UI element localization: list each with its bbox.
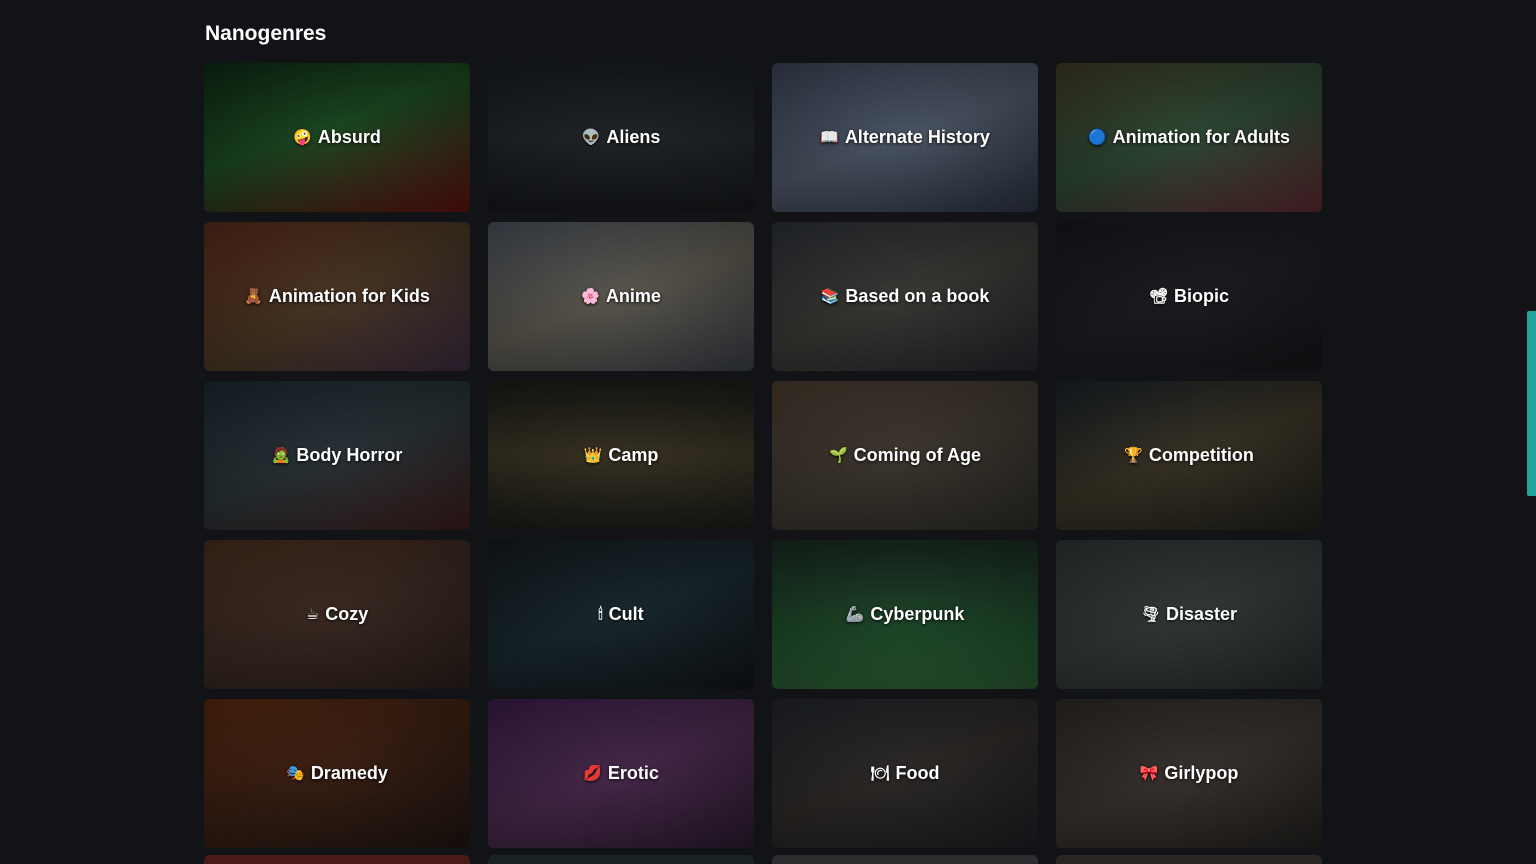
genre-emoji-icon: 🤪: [293, 128, 312, 146]
genre-emoji-icon: 👽: [581, 128, 601, 146]
genre-tile-label: 💋 Erotic: [583, 763, 659, 784]
genre-emoji-icon: 🦾: [845, 605, 865, 623]
genre-tile-animation-for-adults[interactable]: 🔵 Animation for Adults: [1056, 63, 1322, 212]
genre-tile-anime[interactable]: 🌸 Anime: [488, 222, 754, 371]
genre-tile-aliens[interactable]: 👽 Aliens: [488, 63, 754, 212]
genre-tile-label: 🎀 Girlypop: [1140, 763, 1239, 784]
genre-name: Cyberpunk: [870, 604, 965, 624]
genre-name: Coming of Age: [853, 445, 981, 465]
genre-tile-animation-for-kids[interactable]: 🧸 Animation for Kids: [204, 222, 470, 371]
genre-name: Based on a book: [845, 286, 990, 306]
genre-emoji-icon: 📚: [820, 287, 840, 305]
genre-emoji-icon: 🔵: [1087, 128, 1107, 146]
genre-tile-partial[interactable]: [1056, 855, 1322, 864]
genre-tile-erotic[interactable]: 💋 Erotic: [488, 699, 754, 848]
genre-name: Food: [895, 763, 940, 783]
genre-name: Camp: [608, 445, 659, 465]
genre-name: Competition: [1148, 445, 1254, 465]
genre-name: Animation for Kids: [268, 286, 430, 306]
genre-emoji-icon: 🧟: [271, 446, 291, 464]
genre-tile-label: 🔵 Animation for Adults: [1088, 127, 1290, 148]
genre-tile-label: 🤪 Absurd: [293, 127, 381, 148]
genre-name: Cult: [608, 604, 644, 624]
genre-tile-partial[interactable]: [204, 855, 470, 864]
genre-tile-coming-of-age[interactable]: 🌱 Coming of Age: [772, 381, 1038, 530]
genre-tile-label: 🧟 Body Horror: [272, 445, 403, 466]
genre-tile-alternate-history[interactable]: 📖 Alternate History: [772, 63, 1038, 212]
genre-name: Dramedy: [310, 763, 388, 783]
genre-tile-cyberpunk[interactable]: 🦾 Cyberpunk: [772, 540, 1038, 689]
genre-emoji-icon: 🕯: [598, 605, 603, 623]
genre-tile-body-horror[interactable]: 🧟 Body Horror: [204, 381, 470, 530]
genre-tile-label: 🕯 Cult: [598, 604, 643, 625]
genre-emoji-icon: 🌱: [828, 446, 848, 464]
genre-emoji-icon: 📖: [820, 128, 839, 146]
genre-tile-label: 🏆 Competition: [1124, 445, 1254, 466]
genre-tile-label: 🌸 Anime: [581, 286, 661, 307]
genre-tile-camp[interactable]: 👑 Camp: [488, 381, 754, 530]
genre-name: Biopic: [1174, 286, 1230, 306]
genre-name: Erotic: [607, 763, 659, 783]
genre-tile-absurd[interactable]: 🤪 Absurd: [204, 63, 470, 212]
genre-tile-cozy[interactable]: ☕ Cozy: [204, 540, 470, 689]
genre-tile-label: 🍽 Food: [870, 763, 939, 784]
genre-tile-dramedy[interactable]: 🎭 Dramedy: [204, 699, 470, 848]
genre-emoji-icon: 🏆: [1124, 446, 1143, 464]
genre-tile-label: 👽 Aliens: [582, 127, 661, 148]
genre-tile-label: 📖 Alternate History: [820, 127, 990, 148]
genre-name: Body Horror: [296, 445, 403, 465]
genre-tile-label: 🌱 Coming of Age: [829, 445, 981, 466]
genre-emoji-icon: 🧸: [244, 287, 263, 305]
genre-tile-label: 🌪 Disaster: [1141, 604, 1237, 625]
genre-tile-partial[interactable]: [488, 855, 754, 864]
genre-tile-label: 🧸 Animation for Kids: [244, 286, 430, 307]
genre-name: Absurd: [317, 127, 381, 147]
genre-tile-label: 📚 Based on a book: [821, 286, 990, 307]
genre-tile-competition[interactable]: 🏆 Competition: [1056, 381, 1322, 530]
genre-emoji-icon: 🎭: [286, 764, 305, 782]
genre-tile-partial[interactable]: [772, 855, 1038, 864]
genre-tile-label: 📽 Biopic: [1149, 286, 1229, 307]
genre-tile-biopic[interactable]: 📽 Biopic: [1056, 222, 1322, 371]
genre-tile-label: 👑 Camp: [584, 445, 659, 466]
genre-tile-label: 🦾 Cyberpunk: [846, 604, 965, 625]
section-title: Nanogenres: [205, 22, 327, 45]
genre-tile-cult[interactable]: 🕯 Cult: [488, 540, 754, 689]
genre-tile-food[interactable]: 🍽 Food: [772, 699, 1038, 848]
genre-tile-girlypop[interactable]: 🎀 Girlypop: [1056, 699, 1322, 848]
genre-name: Anime: [605, 286, 661, 306]
genre-emoji-icon: 👑: [583, 446, 603, 464]
genre-tile-based-on-a-book[interactable]: 📚 Based on a book: [772, 222, 1038, 371]
genre-name: Girlypop: [1164, 763, 1239, 783]
genre-grid: 🤪 Absurd 👽 Aliens 📖 Alternate History 🔵 Animati…: [204, 63, 1324, 848]
genre-emoji-icon: 🍽: [870, 764, 890, 782]
genre-name: Animation for Adults: [1112, 127, 1290, 147]
genre-emoji-icon: 🎀: [1139, 764, 1159, 782]
scrollbar-thumb[interactable]: [1527, 311, 1536, 496]
genre-emoji-icon: 🌸: [581, 287, 600, 305]
genre-name: Aliens: [606, 127, 661, 147]
genre-grid-next-row: [204, 855, 1324, 864]
genre-emoji-icon: 📽: [1148, 287, 1169, 305]
genre-tile-label: ☕ Cozy: [306, 604, 368, 625]
genre-emoji-icon: 💋: [583, 764, 602, 782]
genre-tile-disaster[interactable]: 🌪 Disaster: [1056, 540, 1322, 689]
genre-name: Cozy: [325, 604, 369, 624]
nanogenres-page: Nanogenres 🤪 Absurd 👽 Aliens 📖 Alternate Hist…: [0, 0, 1536, 864]
genre-name: Disaster: [1166, 604, 1238, 624]
genre-tile-label: 🎭 Dramedy: [286, 763, 388, 784]
genre-emoji-icon: 🌪: [1140, 605, 1160, 623]
genre-name: Alternate History: [844, 127, 990, 147]
genre-emoji-icon: ☕: [305, 605, 320, 623]
